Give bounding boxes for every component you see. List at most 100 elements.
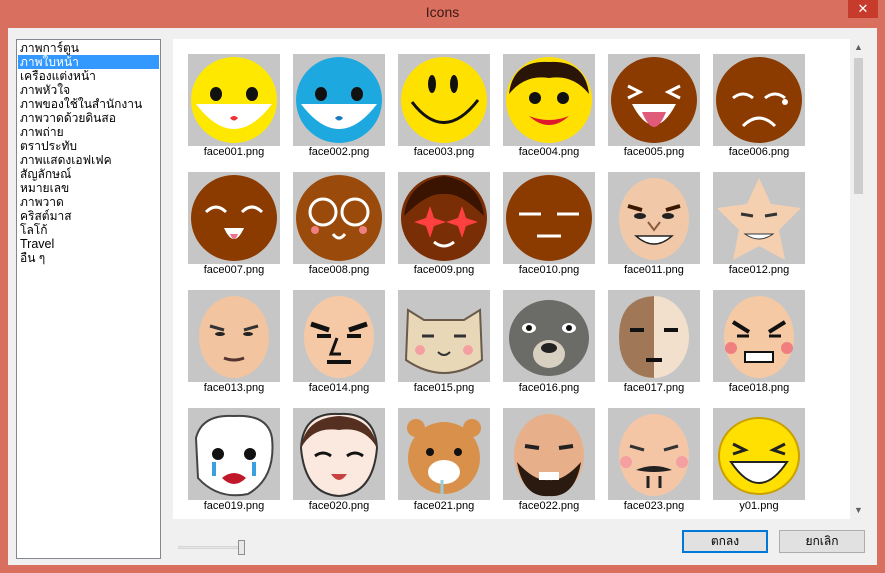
- zoom-slider-thumb[interactable]: [238, 540, 245, 555]
- scroll-down-icon[interactable]: ▼: [850, 502, 867, 519]
- yellow-smile-icon[interactable]: [188, 54, 280, 146]
- icon-tile[interactable]: face005.png: [608, 54, 700, 162]
- close-icon[interactable]: ✕: [848, 0, 878, 18]
- icon-tile[interactable]: face008.png: [293, 172, 385, 280]
- icon-filename: face010.png: [518, 264, 580, 276]
- icon-filename: face017.png: [623, 382, 685, 394]
- category-item[interactable]: หมายเลข: [18, 181, 159, 195]
- icon-tile[interactable]: face010.png: [503, 172, 595, 280]
- icon-filename: y01.png: [739, 500, 779, 512]
- sad-face-icon[interactable]: [713, 54, 805, 146]
- icon-tile[interactable]: face001.png: [188, 54, 280, 162]
- zoom-slider[interactable]: [178, 538, 248, 558]
- classic-smiley-icon[interactable]: [398, 54, 490, 146]
- mustache-bald-icon[interactable]: [608, 408, 700, 500]
- icon-filename: face016.png: [518, 382, 580, 394]
- icon-filename: face022.png: [518, 500, 580, 512]
- icon-tile[interactable]: face015.png: [398, 290, 490, 398]
- icon-panel[interactable]: face001.png face002.png face003.png face004…: [173, 39, 867, 519]
- category-item[interactable]: ภาพวาดด้วยดินสอ: [18, 111, 159, 125]
- tongue-out-icon[interactable]: [608, 54, 700, 146]
- icon-filename: face007.png: [203, 264, 265, 276]
- icon-filename: face004.png: [518, 146, 580, 158]
- category-item[interactable]: อื่น ๆ: [18, 251, 159, 265]
- cancel-button[interactable]: ยกเลิก: [779, 530, 865, 553]
- icon-filename: face013.png: [203, 382, 265, 394]
- icon-filename: face023.png: [623, 500, 685, 512]
- icon-tile[interactable]: face003.png: [398, 54, 490, 162]
- angry-face-icon[interactable]: [713, 290, 805, 382]
- icon-tile[interactable]: face023.png: [608, 408, 700, 516]
- icon-tile[interactable]: face022.png: [503, 408, 595, 516]
- category-item[interactable]: คริสต์มาส: [18, 209, 159, 223]
- stern-face-icon[interactable]: [293, 290, 385, 382]
- category-item[interactable]: ภาพหัวใจ: [18, 83, 159, 97]
- icon-filename: face015.png: [413, 382, 475, 394]
- vertical-scrollbar[interactable]: ▲ ▼: [850, 39, 867, 519]
- category-item[interactable]: ภาพถ่าย: [18, 125, 159, 139]
- icon-filename: face020.png: [308, 500, 370, 512]
- icon-tile[interactable]: face016.png: [503, 290, 595, 398]
- icon-filename: face014.png: [308, 382, 370, 394]
- bald-face-icon[interactable]: [188, 290, 280, 382]
- category-item[interactable]: ภาพแสดงเอฟเฟค: [18, 153, 159, 167]
- girl-face-icon[interactable]: [293, 408, 385, 500]
- icon-tile[interactable]: face007.png: [188, 172, 280, 280]
- ok-button[interactable]: ตกลง: [682, 530, 768, 553]
- icon-filename: face005.png: [623, 146, 685, 158]
- icon-filename: face002.png: [308, 146, 370, 158]
- icon-tile[interactable]: face011.png: [608, 172, 700, 280]
- icon-tile[interactable]: face019.png: [188, 408, 280, 516]
- icon-tile[interactable]: face006.png: [713, 54, 805, 162]
- yellow-laugh-icon[interactable]: [713, 408, 805, 500]
- dialog-client-area: ภาพการ์ตูน ภาพใบหน้า เครื่องแต่งหน้า ภาพหัว…: [8, 28, 877, 565]
- icon-tile[interactable]: face009.png: [398, 172, 490, 280]
- icon-filename: face018.png: [728, 382, 790, 394]
- category-item[interactable]: ภาพการ์ตูน: [18, 41, 159, 55]
- wombat-face-icon[interactable]: [503, 290, 595, 382]
- category-item[interactable]: ตราประทับ: [18, 139, 159, 153]
- icon-filename: face019.png: [203, 500, 265, 512]
- sparkle-eyes-icon[interactable]: [398, 172, 490, 264]
- meh-face-icon[interactable]: [503, 172, 595, 264]
- half-face-icon[interactable]: [608, 290, 700, 382]
- hamster-face-icon[interactable]: [398, 408, 490, 500]
- icon-tile[interactable]: face014.png: [293, 290, 385, 398]
- cat-face-icon[interactable]: [398, 290, 490, 382]
- category-item[interactable]: Travel: [18, 237, 159, 251]
- icon-tile[interactable]: face020.png: [293, 408, 385, 516]
- glasses-face-icon[interactable]: [293, 172, 385, 264]
- scroll-up-icon[interactable]: ▲: [850, 39, 867, 56]
- blue-smile-icon[interactable]: [293, 54, 385, 146]
- category-item[interactable]: ภาพวาด: [18, 195, 159, 209]
- icon-tile[interactable]: face012.png: [713, 172, 805, 280]
- title-bar[interactable]: Icons ✕: [0, 0, 885, 28]
- icon-tile[interactable]: face013.png: [188, 290, 280, 398]
- icon-filename: face006.png: [728, 146, 790, 158]
- star-face-icon[interactable]: [713, 172, 805, 264]
- crying-face-icon[interactable]: [188, 408, 280, 500]
- happy-squint-icon[interactable]: [188, 172, 280, 264]
- category-item[interactable]: เครื่องแต่งหน้า: [18, 69, 159, 83]
- category-item[interactable]: ภาพของใช้ในสำนักงาน: [18, 97, 159, 111]
- curly-hair-face-icon[interactable]: [503, 54, 595, 146]
- icon-tile[interactable]: face021.png: [398, 408, 490, 516]
- icon-filename: face003.png: [413, 146, 475, 158]
- icon-tile[interactable]: face004.png: [503, 54, 595, 162]
- category-list[interactable]: ภาพการ์ตูน ภาพใบหน้า เครื่องแต่งหน้า ภาพหัว…: [16, 39, 161, 559]
- icon-tile[interactable]: face018.png: [713, 290, 805, 398]
- icon-filename: face011.png: [624, 264, 684, 276]
- scroll-thumb[interactable]: [854, 58, 863, 194]
- icon-tile[interactable]: y01.png: [713, 408, 805, 516]
- category-item[interactable]: ภาพใบหน้า: [18, 55, 159, 69]
- beard-man-icon[interactable]: [503, 408, 595, 500]
- icon-filename: face012.png: [728, 264, 790, 276]
- icon-tile[interactable]: face002.png: [293, 54, 385, 162]
- icon-filename: face009.png: [413, 264, 475, 276]
- man-grin-icon[interactable]: [608, 172, 700, 264]
- category-item[interactable]: สัญลักษณ์: [18, 167, 159, 181]
- icon-filename: face008.png: [308, 264, 370, 276]
- category-item[interactable]: โลโก้: [18, 223, 159, 237]
- icon-tile[interactable]: face017.png: [608, 290, 700, 398]
- zoom-slider-track: [178, 546, 244, 549]
